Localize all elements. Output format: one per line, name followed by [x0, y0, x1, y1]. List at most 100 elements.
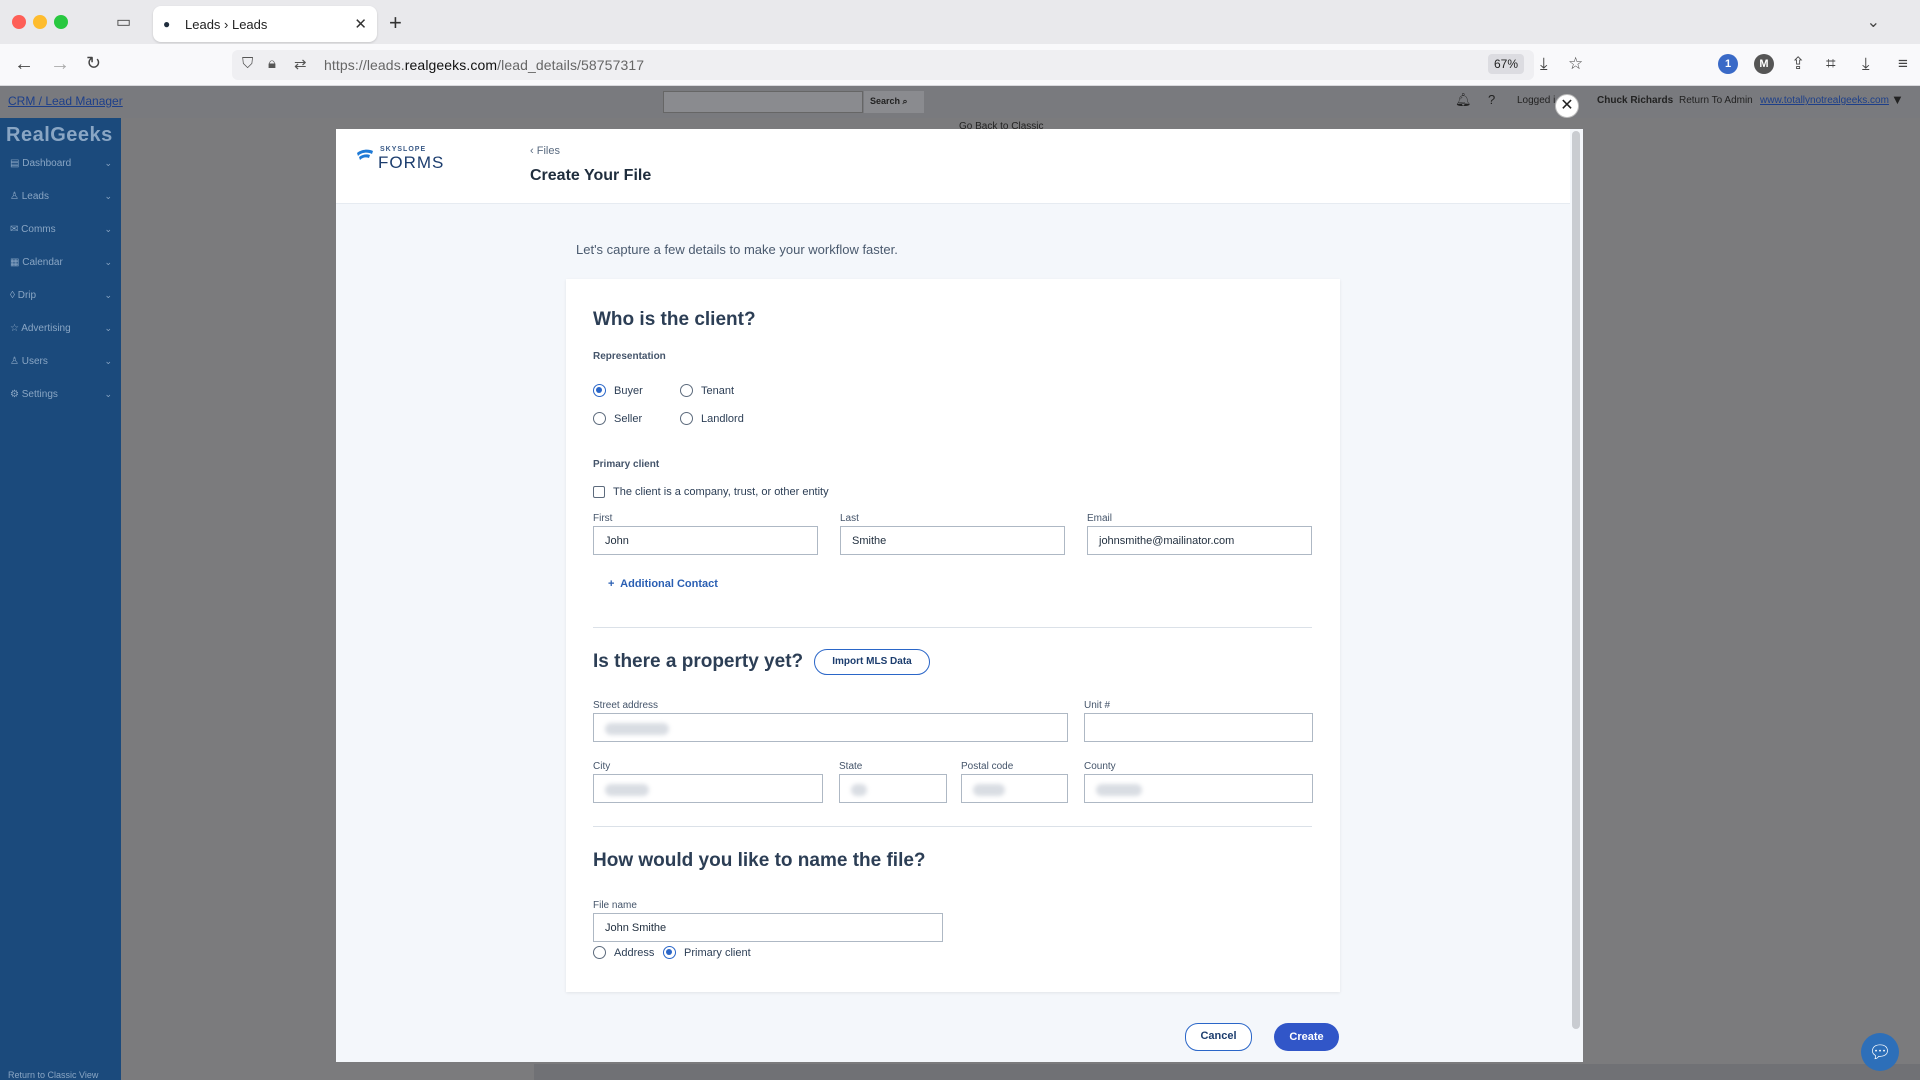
window-maximize-button[interactable]	[54, 15, 68, 29]
permissions-icon[interactable]: ⇄	[294, 55, 307, 73]
redacted-value	[851, 784, 867, 796]
browser-tab-bar: ▭ ● Leads › Leads ✕ + ⌄	[0, 0, 1920, 44]
site-link[interactable]: www.totallynotrealgeeks.com	[1760, 95, 1889, 106]
email-field[interactable]: johnsmithe@mailinator.com	[1087, 526, 1312, 555]
return-to-admin-link[interactable]: Return To Admin	[1679, 95, 1753, 106]
chat-bubble-icon[interactable]: 💬︎	[1861, 1033, 1899, 1071]
return-classic-link[interactable]: Return to Classic View	[8, 1070, 98, 1080]
representation-label: Representation	[593, 351, 666, 362]
city-field[interactable]	[593, 774, 823, 803]
property-heading: Is there a property yet?	[593, 651, 804, 672]
first-name-field[interactable]: John	[593, 526, 818, 555]
unit-field[interactable]	[1084, 713, 1313, 742]
save-to-pocket-icon[interactable]: ⤓	[1540, 54, 1548, 74]
logged-in-text: Logged i	[1517, 95, 1556, 106]
tab-list-chevron-icon[interactable]: ⌄	[1867, 12, 1880, 32]
site-search-button[interactable]: Search ⌕	[864, 91, 924, 113]
radio-dot	[593, 946, 606, 959]
brand-small-text: SKYSLOPE	[380, 146, 427, 153]
window-minimize-button[interactable]	[33, 15, 47, 29]
client-heading: Who is the client?	[593, 309, 756, 330]
radio-dot	[663, 946, 676, 959]
modal-header: SKYSLOPE FORMS ‹ Files Create Your File	[336, 129, 1570, 204]
menu-icon[interactable]: ≡	[1898, 54, 1908, 74]
postal-code-field[interactable]	[961, 774, 1068, 803]
sidebar-item-calendar[interactable]: ▦ Calendar ⌄	[10, 257, 112, 268]
breadcrumb[interactable]: ‹ Files	[530, 145, 560, 157]
sidebar-item-drip[interactable]: ◊ Drip ⌄	[10, 290, 112, 301]
first-name-label: First	[593, 513, 613, 524]
lock-icon[interactable]: 🔒︎	[268, 55, 276, 72]
create-button[interactable]: Create	[1274, 1023, 1339, 1051]
sidebar-item-dashboard[interactable]: ▤ Dashboard ⌄	[10, 158, 112, 169]
section-divider	[593, 627, 1312, 628]
radio-tenant[interactable]: Tenant	[680, 384, 734, 397]
site-header: CRM / Lead Manager Search ⌕ 🔔︎ ? Logged …	[0, 86, 1920, 118]
radio-seller[interactable]: Seller	[593, 412, 642, 425]
redacted-value	[973, 784, 1005, 796]
redacted-value	[1096, 784, 1142, 796]
entity-checkbox[interactable]: The client is a company, trust, or other…	[593, 486, 829, 498]
favicon-icon: ●	[163, 17, 171, 31]
sidebar-item-settings[interactable]: ⚙ Settings ⌄	[10, 389, 112, 400]
file-name-heading: How would you like to name the file?	[593, 850, 926, 871]
radio-name-by-address[interactable]: Address	[593, 946, 654, 959]
postal-code-label: Postal code	[961, 761, 1014, 772]
import-mls-button[interactable]: Import MLS Data	[814, 649, 930, 675]
modal-close-button[interactable]: ✕	[1555, 94, 1579, 118]
state-label: State	[839, 761, 863, 772]
sidebar-item-advertising[interactable]: ☆ Advertising ⌄	[10, 323, 112, 334]
sidebar-item-leads[interactable]: ♙ Leads ⌄	[10, 191, 112, 202]
zoom-level[interactable]: 67%	[1488, 54, 1525, 74]
url-text[interactable]: https://leads.realgeeks.com/lead_details…	[324, 57, 644, 73]
bell-icon[interactable]: 🔔︎	[1455, 92, 1472, 108]
sidebar-item-users[interactable]: ♙ Users ⌄	[10, 356, 112, 367]
user-name[interactable]: Chuck Richards	[1597, 95, 1673, 106]
browser-tab[interactable]: ● Leads › Leads ✕	[153, 6, 377, 42]
tab-close-icon[interactable]: ✕	[354, 15, 367, 33]
crop-icon[interactable]: ⌗	[1826, 54, 1836, 74]
radio-buyer[interactable]: Buyer	[593, 384, 643, 397]
radio-dot	[680, 412, 693, 425]
help-icon[interactable]: ?	[1488, 92, 1495, 107]
cancel-button[interactable]: Cancel	[1185, 1023, 1252, 1051]
chevron-left-icon: ‹	[530, 145, 534, 157]
radio-name-by-primary-client[interactable]: Primary client	[663, 946, 751, 959]
create-file-modal: SKYSLOPE FORMS ‹ Files Create Your File …	[336, 129, 1583, 1062]
radio-dot	[680, 384, 693, 397]
modal-scrollbar[interactable]	[1572, 131, 1580, 1029]
shield-icon[interactable]: ⛉	[242, 55, 253, 72]
url-bar[interactable]: ⛉ 🔒︎ ⇄ https://leads.realgeeks.com/lead_…	[232, 50, 1583, 80]
reload-icon[interactable]: ↻	[86, 53, 101, 74]
caret-down-icon[interactable]: ▼	[1891, 92, 1904, 107]
account-avatar-icon[interactable]: M	[1754, 54, 1774, 74]
tab-overview-icon[interactable]: ▭	[116, 12, 136, 32]
county-label: County	[1084, 761, 1116, 772]
forward-arrow-icon[interactable]: →	[50, 53, 70, 76]
sidebar-item-comms[interactable]: ✉ Comms ⌄	[10, 224, 112, 235]
bookmark-star-icon[interactable]: ☆	[1568, 54, 1583, 74]
street-address-field[interactable]	[593, 713, 1068, 742]
window-close-button[interactable]	[12, 15, 26, 29]
back-arrow-icon[interactable]: ←	[14, 53, 34, 76]
password-manager-icon[interactable]: 1	[1718, 54, 1738, 74]
new-tab-button[interactable]: +	[389, 10, 402, 36]
browser-nav-bar: ← → ↻ ⛉ 🔒︎ ⇄ https://leads.realgeeks.com…	[0, 44, 1920, 86]
additional-contact-button[interactable]: + Additional Contact	[608, 578, 718, 590]
redacted-value	[605, 723, 669, 735]
brand-main-text: FORMS	[378, 153, 445, 172]
page-title: Create Your File	[530, 167, 652, 184]
email-label: Email	[1087, 513, 1113, 524]
share-icon[interactable]: ⇪	[1791, 54, 1805, 74]
radio-landlord[interactable]: Landlord	[680, 412, 744, 425]
site-search-input[interactable]	[663, 91, 863, 113]
radio-dot	[593, 384, 606, 397]
tab-title: Leads › Leads	[185, 16, 268, 32]
file-name-field[interactable]: John Smithe	[593, 913, 943, 942]
downloads-icon[interactable]: ⤓	[1862, 54, 1870, 74]
state-field[interactable]	[839, 774, 947, 803]
last-name-field[interactable]: Smithe	[840, 526, 1065, 555]
unit-label: Unit #	[1084, 700, 1111, 711]
crm-link[interactable]: CRM / Lead Manager	[8, 94, 123, 108]
county-field[interactable]	[1084, 774, 1313, 803]
